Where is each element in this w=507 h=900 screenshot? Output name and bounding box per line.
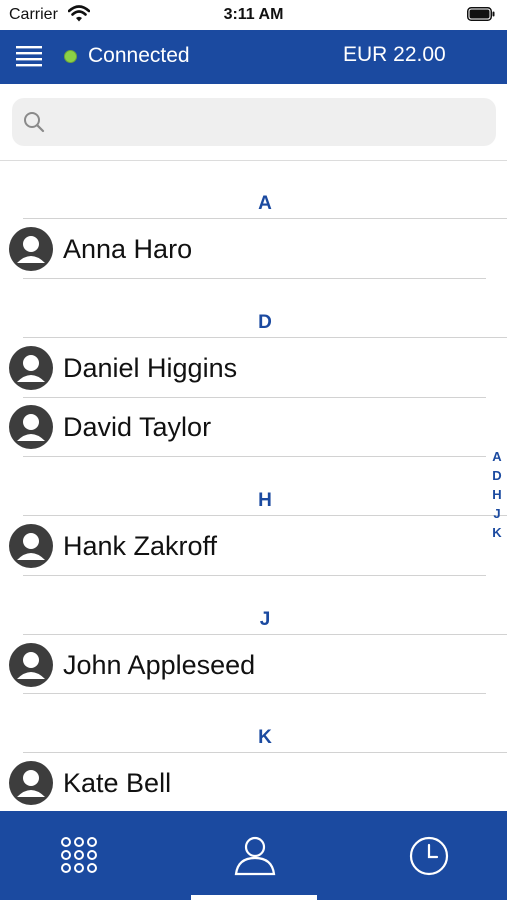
index-letter-d[interactable]: D — [486, 468, 507, 483]
search-icon — [24, 112, 45, 133]
divider — [23, 752, 507, 753]
avatar-icon — [9, 761, 53, 805]
divider — [23, 218, 507, 219]
tab-recents[interactable] — [350, 811, 507, 900]
clock-time: 3:11 AM — [223, 6, 284, 23]
divider — [23, 278, 486, 279]
divider — [23, 634, 507, 635]
status-bar: Carrier 3:11 AM — [0, 0, 507, 30]
contact-row[interactable]: Kate Bell — [0, 754, 490, 811]
section-header-k: K — [258, 727, 272, 748]
avatar-icon — [9, 643, 53, 687]
search-input[interactable] — [58, 106, 492, 140]
section-header-d: D — [258, 312, 272, 333]
tab-contacts[interactable] — [175, 811, 335, 900]
app-header: Connected EUR 22.00 — [0, 30, 507, 84]
hamburger-menu-icon[interactable] — [16, 43, 44, 71]
section-header-j: J — [259, 609, 271, 630]
index-letter-a[interactable]: A — [486, 449, 507, 464]
contacts-icon — [234, 836, 276, 876]
divider — [23, 515, 507, 516]
contact-row[interactable]: Daniel Higgins — [0, 339, 490, 397]
search-field[interactable] — [12, 98, 496, 146]
recents-clock-icon — [409, 836, 449, 876]
avatar-icon — [9, 227, 53, 271]
index-letter-k[interactable]: K — [486, 525, 507, 540]
contact-row[interactable]: John Appleseed — [0, 636, 490, 694]
contact-name: John Appleseed — [63, 650, 256, 680]
avatar-icon — [9, 524, 53, 568]
contact-name: Daniel Higgins — [63, 353, 238, 383]
index-letter-h[interactable]: H — [486, 487, 507, 502]
divider — [23, 337, 507, 338]
contact-name: Kate Bell — [63, 768, 172, 798]
tab-keypad[interactable] — [0, 811, 160, 900]
account-balance: EUR 22.00 — [343, 43, 446, 66]
avatar-icon — [9, 405, 53, 449]
contact-name: David Taylor — [63, 412, 212, 442]
connection-status-dot — [64, 50, 77, 63]
divider — [23, 693, 486, 694]
section-header-h: H — [258, 490, 272, 511]
contact-row[interactable]: Anna Haro — [0, 220, 490, 278]
contact-row[interactable]: Hank Zakroff — [0, 517, 490, 575]
connection-status-label: Connected — [88, 44, 190, 67]
search-bar-container — [0, 84, 507, 161]
contact-row[interactable]: David Taylor — [0, 398, 490, 456]
active-tab-indicator — [191, 895, 317, 900]
bottom-tab-bar — [0, 811, 507, 900]
divider — [23, 575, 486, 576]
contact-name: Hank Zakroff — [63, 531, 218, 561]
battery-icon — [467, 7, 495, 21]
contact-list[interactable]: A Anna Haro D Daniel Higgins David Taylo… — [0, 161, 507, 811]
keypad-icon — [61, 837, 97, 873]
section-header-a: A — [258, 193, 272, 214]
index-letter-j[interactable]: J — [486, 506, 507, 521]
contact-name: Anna Haro — [63, 234, 193, 264]
avatar-icon — [9, 346, 53, 390]
divider — [23, 456, 486, 457]
